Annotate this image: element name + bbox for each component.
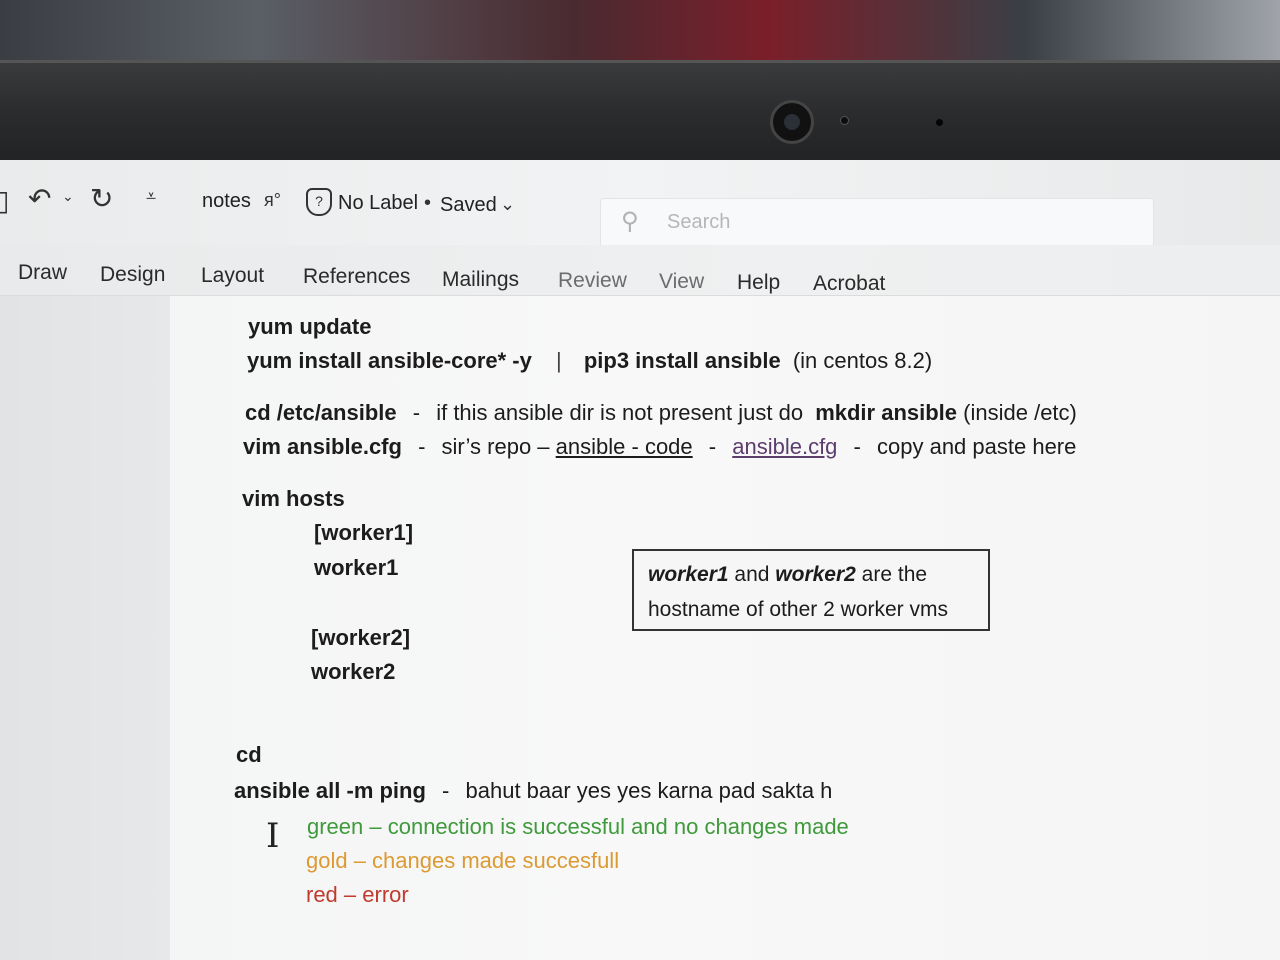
- hosts-entry-worker2: worker2: [311, 659, 396, 684]
- dash: -: [418, 434, 426, 459]
- ansible-cfg-link[interactable]: ansible.cfg: [732, 434, 837, 459]
- repo-note: sir’s repo –: [441, 434, 550, 459]
- line-vim-cfg: vim ansible.cfg - sir’s repo – ansible -…: [243, 434, 1076, 460]
- tab-design[interactable]: Design: [100, 263, 165, 287]
- customize-toolbar-icon[interactable]: ⩡: [146, 186, 156, 207]
- people-icon[interactable]: ᴙ°: [264, 190, 281, 211]
- redo-icon[interactable]: ↻: [90, 182, 113, 215]
- note-worker2: worker2: [775, 563, 856, 586]
- line-install: yum install ansible-core* -y | pip3 inst…: [247, 348, 932, 374]
- document-name[interactable]: notes: [202, 190, 251, 213]
- line-cd: cd: [236, 742, 262, 767]
- word-window: ▯ ↶ ⌄ ↻ ⩡ notes ᴙ° ? No Label • Saved ⌄ …: [0, 160, 1280, 960]
- note-are-the: are the: [861, 563, 928, 586]
- tab-mailings[interactable]: Mailings: [442, 268, 519, 292]
- tab-help[interactable]: Help: [737, 271, 780, 295]
- legend-red: red – error: [306, 882, 409, 907]
- search-icon: ⚲: [621, 208, 639, 235]
- ping-command: ansible all -m ping: [234, 778, 426, 803]
- undo-icon[interactable]: ↶: [28, 182, 51, 215]
- save-icon[interactable]: ▯: [0, 184, 9, 217]
- hosts-group-worker1: [worker1]: [314, 520, 414, 545]
- vim-cfg-command: vim ansible.cfg: [243, 434, 402, 459]
- install-note: (in centos 8.2): [792, 348, 933, 373]
- cd-command: cd /etc/ansible: [245, 400, 397, 425]
- sensor-dot: [936, 119, 943, 126]
- webcam-icon: [770, 100, 814, 144]
- mkdir-command: mkdir ansible: [815, 400, 958, 425]
- line-cd-etc: cd /etc/ansible - if this ansible dir is…: [245, 400, 1077, 426]
- dash: -: [412, 400, 421, 425]
- search-box[interactable]: ⚲ Search: [600, 198, 1154, 248]
- dash: -: [442, 778, 450, 803]
- inside-note: (inside /etc): [963, 400, 1077, 425]
- tab-draw[interactable]: Draw: [18, 261, 67, 285]
- document-page[interactable]: yum update yum install ansible-core* -y …: [170, 296, 1280, 960]
- hosts-note-box: worker1 and worker2 are the hostname of …: [632, 549, 990, 631]
- note-line-2: hostname of other 2 worker vms: [648, 598, 948, 621]
- separator: |: [556, 348, 562, 373]
- dash: -: [853, 434, 861, 459]
- legend-green: green – connection is successful and no …: [307, 814, 849, 839]
- tab-review[interactable]: Review: [558, 269, 627, 293]
- separator-dot: •: [424, 192, 432, 214]
- chevron-down-icon[interactable]: ⌄: [500, 194, 515, 215]
- indicator-light: [840, 116, 849, 125]
- line-vim-hosts: vim hosts: [242, 486, 345, 511]
- undo-dropdown-icon[interactable]: ⌄: [62, 188, 74, 205]
- install-command: yum install ansible-core* -y: [247, 348, 532, 373]
- legend-gold: gold – changes made succesfull: [306, 848, 620, 873]
- tab-view[interactable]: View: [659, 270, 704, 294]
- hosts-entry-worker1: worker1: [314, 555, 399, 580]
- tab-references[interactable]: References: [303, 265, 410, 289]
- tab-layout[interactable]: Layout: [201, 264, 264, 288]
- sensitivity-label[interactable]: No Label: [338, 192, 418, 215]
- sensitivity-label-icon[interactable]: ?: [306, 188, 332, 216]
- hosts-group-worker2: [worker2]: [311, 625, 411, 650]
- title-bar: ▯ ↶ ⌄ ↻ ⩡ notes ᴙ° ? No Label • Saved ⌄ …: [0, 160, 1280, 248]
- note-line-1: worker1 and worker2 are the: [648, 557, 974, 592]
- copy-note: copy and paste here: [877, 434, 1077, 459]
- dash: -: [708, 434, 717, 459]
- line-ping: ansible all -m ping - bahut baar yes yes…: [234, 778, 832, 804]
- note-and: and: [734, 563, 770, 586]
- line-yum-update: yum update: [248, 314, 372, 339]
- ping-note: bahut baar yes yes karna pad sakta h: [465, 778, 833, 803]
- save-status[interactable]: Saved: [440, 194, 497, 217]
- pip-command: pip3 install ansible: [583, 348, 781, 373]
- tab-acrobat[interactable]: Acrobat: [813, 272, 885, 296]
- ribbon-tabs: Draw Design Layout References Mailings R…: [0, 245, 1280, 296]
- note-worker1: worker1: [648, 563, 729, 586]
- text-cursor-icon: I: [266, 816, 280, 856]
- document-margin: [0, 296, 170, 960]
- cd-note: if this ansible dir is not present just …: [436, 400, 804, 425]
- search-placeholder: Search: [667, 211, 731, 233]
- ansible-code-link[interactable]: ansible - code: [556, 434, 693, 459]
